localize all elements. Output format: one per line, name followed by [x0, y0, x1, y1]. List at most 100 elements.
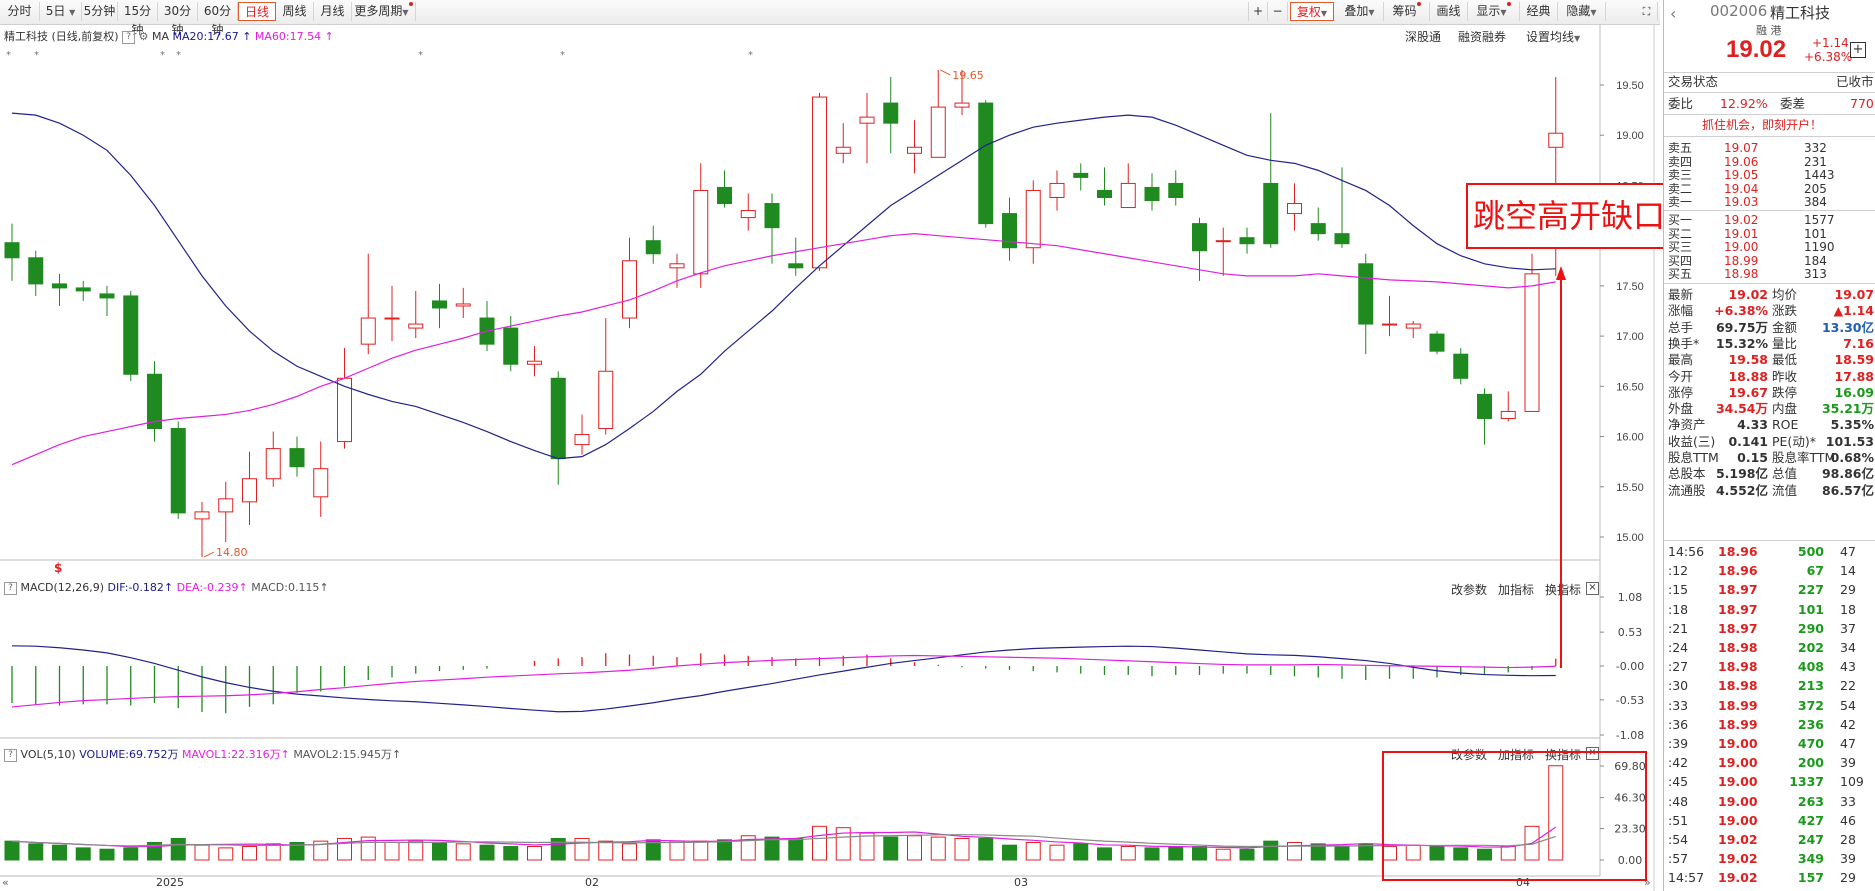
candle-body: [788, 263, 804, 269]
tick-time: :15: [1668, 582, 1689, 598]
zoom-in-button[interactable]: +: [1248, 2, 1268, 21]
stat-label: 总股本: [1668, 466, 1706, 482]
chips-button[interactable]: 筹码: [1384, 2, 1430, 21]
volume-bar: [1002, 844, 1017, 861]
tick-price: 19.00: [1718, 774, 1758, 790]
classic-button[interactable]: 经典: [1520, 2, 1558, 21]
candle-body: [930, 106, 946, 158]
overlay-label: 叠加: [1344, 4, 1369, 18]
open-account-link[interactable]: 抓住机会，即刻开户！: [1702, 117, 1822, 133]
fuquan-button[interactable]: 复权▼: [1290, 2, 1334, 21]
chips-label: 筹码: [1392, 4, 1417, 18]
tab-60min[interactable]: 60分钟: [198, 2, 238, 37]
stat-label: ROE: [1772, 417, 1799, 433]
tick-time: 14:56: [1668, 544, 1705, 559]
tick-volume: 213: [1797, 678, 1824, 694]
tick-count: 37: [1840, 620, 1856, 636]
tab-30min[interactable]: 30分钟: [158, 2, 198, 37]
stat-label: 涨跌: [1772, 303, 1798, 319]
volume-bar: [978, 837, 994, 861]
volume-bar: [4, 840, 20, 861]
tick-time: :39: [1668, 736, 1689, 751]
tab-15min[interactable]: 15分钟: [118, 2, 158, 37]
tick-price: 19.02: [1718, 851, 1758, 867]
candle-body: [1382, 323, 1397, 326]
tab-fenshi[interactable]: 分时: [0, 2, 40, 21]
tick-time: :18: [1668, 601, 1689, 617]
volume-bar: [1192, 846, 1207, 861]
candle-body: [1120, 182, 1136, 209]
tab-daily[interactable]: 日线: [238, 2, 276, 21]
candle-body: [978, 102, 994, 225]
candle-body: [835, 146, 851, 154]
candle-body: [1405, 323, 1421, 329]
stat-label: 外盘: [1668, 401, 1694, 417]
low-price-label: 14.80: [216, 546, 248, 559]
stat-value: 19.02: [1728, 287, 1768, 302]
stat-value: 13.30亿: [1821, 319, 1874, 335]
tick-count: 22: [1840, 678, 1856, 694]
tab-more-label: 更多周期: [354, 4, 403, 18]
buy-volume: 313: [1804, 267, 1827, 281]
tab-5min[interactable]: 5分钟: [82, 2, 118, 21]
tab-more-periods[interactable]: 更多周期▼: [352, 2, 416, 21]
tick-count: 39: [1840, 755, 1856, 771]
stat-label: 涨幅: [1668, 303, 1694, 319]
volume-bar: [622, 843, 637, 861]
add-watchlist-icon[interactable]: +: [1850, 42, 1866, 58]
price-axis-label: 16.50: [1616, 381, 1644, 393]
volume-bar: [265, 843, 281, 861]
stat-label: 收益(三): [1668, 433, 1716, 449]
volume-bar: [1239, 848, 1255, 861]
tick-count: 47: [1840, 544, 1856, 559]
tick-count: 47: [1840, 736, 1856, 751]
volume-bar: [930, 836, 946, 861]
volume-bar: [503, 846, 519, 861]
stat-value: 19.67: [1728, 384, 1768, 400]
weibi-label: 委比: [1668, 96, 1694, 111]
candle-body: [170, 428, 186, 514]
stat-value: 0.15: [1737, 450, 1768, 465]
price-axis-label: 15.50: [1616, 482, 1644, 494]
tick-count: 18: [1840, 601, 1856, 617]
scroll-left-icon: «: [2, 876, 9, 889]
tab-5day[interactable]: 5日 ▼: [40, 2, 82, 21]
stat-value: 15.32%: [1715, 335, 1768, 351]
candle-body: [1524, 273, 1540, 412]
volume-bar: [218, 847, 234, 861]
stat-value: 35.21万: [1821, 401, 1874, 417]
tick-time: 14:57: [1668, 870, 1705, 886]
hide-button[interactable]: 隐藏▼: [1558, 2, 1606, 21]
tab-5day-label: 5日: [45, 4, 66, 18]
tab-weekly[interactable]: 周线: [276, 2, 314, 21]
candle-body: [859, 116, 875, 124]
back-arrow-icon[interactable]: ‹: [1670, 4, 1676, 23]
draw-button[interactable]: 画线: [1430, 2, 1468, 21]
candle-body: [1477, 393, 1492, 419]
stat-value: 7.16: [1843, 335, 1874, 351]
tick-price: 18.97: [1718, 620, 1758, 636]
tick-time: :51: [1668, 812, 1689, 828]
volume-bar: [123, 847, 139, 861]
candle-body: [1500, 410, 1516, 419]
tab-monthly[interactable]: 月线: [314, 2, 352, 21]
dif-line: [11, 645, 1556, 713]
display-button[interactable]: 显示▼: [1468, 2, 1520, 21]
tick-price: 18.96: [1718, 544, 1758, 559]
stat-label: 昨收: [1772, 368, 1798, 384]
volume-bar: [1168, 846, 1184, 861]
tick-volume: 500: [1797, 544, 1824, 559]
zoom-out-button[interactable]: −: [1268, 2, 1288, 21]
tick-price: 18.98: [1718, 659, 1758, 675]
buy-level-label: 买五: [1668, 267, 1693, 281]
chevron-down-icon: ▼: [69, 8, 76, 17]
candle-body: [1287, 203, 1302, 215]
tick-volume: 372: [1797, 697, 1824, 713]
stat-value: 98.86亿: [1821, 466, 1874, 482]
candle-body: [360, 317, 376, 345]
tick-volume: 227: [1797, 582, 1824, 598]
tick-time: :21: [1668, 620, 1689, 636]
fullscreen-icon[interactable]: ⛶: [1636, 2, 1658, 21]
overlay-button[interactable]: 叠加▼: [1336, 2, 1384, 21]
notify-dot: [1416, 2, 1421, 6]
